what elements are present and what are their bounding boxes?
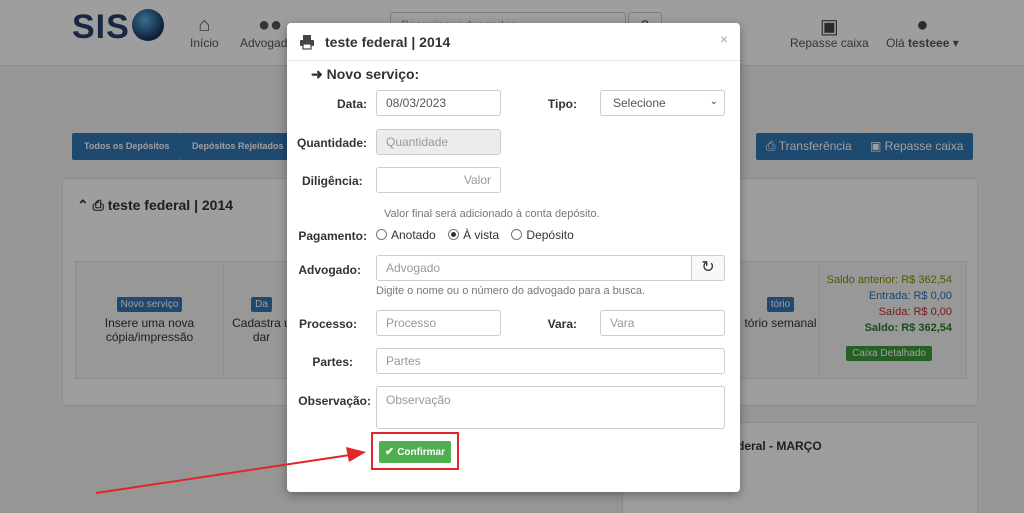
pagamento-radio-group: Anotado À vista Depósito bbox=[376, 228, 583, 242]
vara-label: Vara: bbox=[547, 317, 577, 331]
processo-label: Processo: bbox=[298, 317, 357, 331]
radio-circle-checked bbox=[448, 229, 460, 240]
printer-icon bbox=[300, 35, 314, 50]
section-title-text: Novo serviço: bbox=[326, 66, 420, 82]
radio-deposito[interactable]: Depósito bbox=[511, 228, 574, 242]
radio-circle bbox=[376, 229, 387, 240]
modal-title: teste federal | 2014 bbox=[325, 34, 451, 50]
partes-label: Partes: bbox=[312, 355, 353, 369]
radio-a-vista[interactable]: À vista bbox=[448, 228, 499, 242]
radio-label: Anotado bbox=[391, 228, 436, 242]
data-label: Data: bbox=[336, 97, 367, 111]
radio-label: À vista bbox=[463, 228, 500, 242]
advogado-label: Advogado: bbox=[298, 263, 361, 277]
radio-label: Depósito bbox=[526, 228, 574, 242]
quantidade-label: Quantidade: bbox=[297, 136, 368, 150]
tipo-select-value: Selecione bbox=[613, 96, 666, 110]
vara-field[interactable]: Vara bbox=[600, 310, 725, 336]
confirm-highlight-box: ✔ Confirmar bbox=[371, 432, 459, 470]
pagamento-label: Pagamento: bbox=[298, 229, 367, 243]
tipo-select[interactable]: Selecione ⌄ bbox=[600, 90, 725, 116]
partes-field[interactable]: Partes bbox=[376, 348, 725, 374]
reset-advogado-button[interactable]: ↻ bbox=[692, 255, 725, 281]
check-icon: ✔ bbox=[384, 446, 395, 458]
tipo-label: Tipo: bbox=[547, 97, 577, 111]
quantidade-field[interactable]: Quantidade bbox=[376, 129, 501, 155]
processo-field[interactable]: Processo bbox=[376, 310, 501, 336]
section-title: ➜ Novo serviço: bbox=[311, 66, 419, 83]
diligencia-field[interactable]: Valor bbox=[376, 167, 501, 193]
novo-servico-modal: teste federal | 2014 × ➜ Novo serviço: D… bbox=[287, 23, 740, 492]
close-icon[interactable]: × bbox=[720, 31, 728, 47]
refresh-icon: ↻ bbox=[701, 259, 715, 276]
radio-anotado[interactable]: Anotado bbox=[376, 228, 436, 242]
diligencia-label: Diligência: bbox=[302, 174, 363, 188]
advogado-field[interactable]: Advogado bbox=[376, 255, 692, 281]
confirmar-button[interactable]: ✔ Confirmar bbox=[379, 441, 451, 463]
data-field[interactable]: 08/03/2023 bbox=[376, 90, 501, 116]
modal-header: teste federal | 2014 × bbox=[287, 23, 740, 61]
diligencia-help: Valor final será adicionado à conta depó… bbox=[384, 208, 600, 220]
chevron-down-icon: ⌄ bbox=[709, 96, 718, 107]
advogado-help: Digite o nome ou o número do advogado pa… bbox=[376, 285, 646, 297]
observacao-label: Observação: bbox=[298, 394, 371, 408]
confirmar-label: Confirmar bbox=[397, 447, 445, 458]
observacao-textarea[interactable]: Observação bbox=[376, 386, 725, 429]
arrow-right-icon: ➜ bbox=[311, 66, 323, 82]
radio-circle bbox=[511, 229, 523, 240]
